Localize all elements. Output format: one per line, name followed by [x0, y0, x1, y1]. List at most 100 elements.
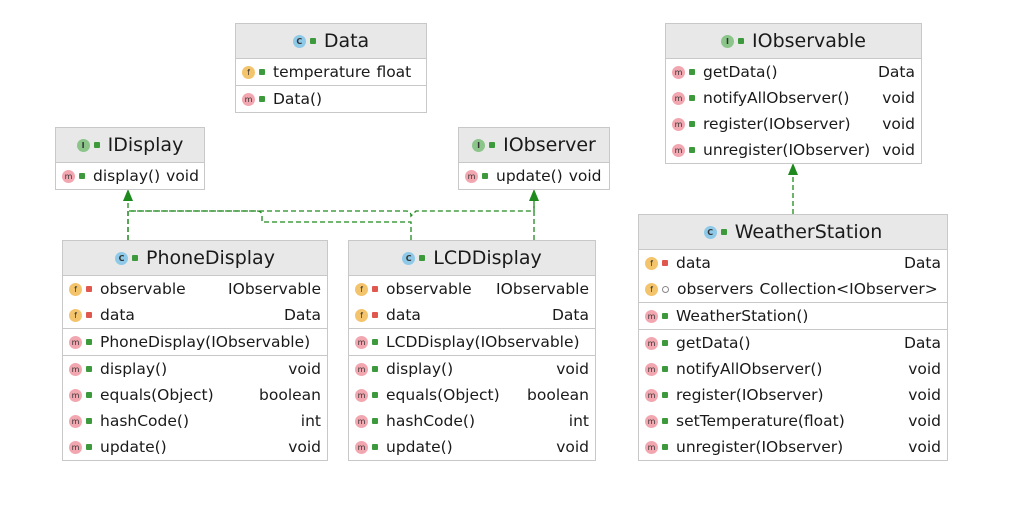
member-type: void	[166, 167, 199, 185]
public-visibility-icon	[720, 229, 727, 235]
class-weatherstation[interactable]: C WeatherStation f data Data f observers Collec…	[638, 214, 948, 461]
member-name: data	[386, 306, 421, 324]
class-phonedisplay[interactable]: C PhoneDisplay f observable IObservable f data…	[62, 240, 328, 461]
class-header: C WeatherStation	[639, 215, 947, 250]
constructor-row-lcddisplay-iobservable[interactable]: m LCDDisplay(IObservable)	[349, 329, 595, 355]
member-type: Data	[903, 254, 941, 272]
public-visibility-icon	[86, 392, 92, 398]
member-type: IObservable	[228, 280, 321, 298]
method-icon: m	[355, 335, 368, 349]
member-type: void	[908, 386, 941, 404]
member-name: notifyAllObserver()	[703, 89, 850, 107]
method-icon: m	[645, 336, 658, 350]
public-visibility-icon	[662, 418, 668, 424]
public-visibility-icon	[662, 392, 668, 398]
methods-section: m display() void m equals(Object) boolean m has…	[349, 356, 595, 460]
constructor-row-phonedisplay-iobservable[interactable]: m PhoneDisplay(IObservable)	[63, 329, 327, 355]
method-row-equals-object[interactable]: m equals(Object) boolean	[349, 382, 595, 408]
field-row-data[interactable]: f data Data	[639, 250, 947, 276]
member-type: Data	[903, 334, 941, 352]
method-row-register-iobserver[interactable]: m register(IObserver) void	[666, 111, 921, 137]
method-row-getdata[interactable]: m getData() Data	[639, 330, 947, 356]
method-icon: m	[645, 414, 658, 428]
public-visibility-icon	[689, 95, 695, 101]
member-type: boolean	[259, 386, 321, 404]
method-row-update[interactable]: m update() void	[349, 434, 595, 460]
method-icon: m	[672, 117, 685, 131]
member-name: temperature	[273, 63, 371, 81]
package-visibility-icon	[662, 285, 669, 293]
methods-section: m display() void	[56, 163, 204, 189]
method-row-register-iobserver[interactable]: m register(IObserver) void	[639, 382, 947, 408]
member-name: hashCode()	[100, 412, 189, 430]
method-row-notifyallobserver[interactable]: m notifyAllObserver() void	[666, 85, 921, 111]
arrowhead-iobserver	[529, 189, 539, 201]
class-name: PhoneDisplay	[146, 247, 275, 269]
member-name: LCDDisplay(IObservable)	[386, 333, 580, 351]
constructor-row-data[interactable]: m Data()	[236, 86, 426, 112]
member-name: register(IObserver)	[703, 115, 851, 133]
member-name: observers	[677, 280, 754, 298]
field-row-observable[interactable]: f observable IObservable	[63, 276, 327, 302]
member-type: void	[882, 115, 915, 133]
fields-section: f observable IObservable f data Data	[349, 276, 595, 329]
member-name: getData()	[703, 63, 778, 81]
public-visibility-icon	[482, 173, 488, 179]
method-row-unregister-iobserver[interactable]: m unregister(IObserver) void	[666, 137, 921, 163]
private-visibility-icon	[662, 260, 668, 266]
field-row-observers[interactable]: f observers Collection<IObserver>	[639, 276, 947, 302]
member-type: void	[288, 360, 321, 378]
field-row-observable[interactable]: f observable IObservable	[349, 276, 595, 302]
member-type: Collection<IObserver>	[759, 280, 938, 298]
member-type: void	[568, 167, 602, 185]
method-row-update[interactable]: m update() void	[63, 434, 327, 460]
method-row-display[interactable]: m display() void	[349, 356, 595, 382]
field-row-temperature[interactable]: f temperature float	[236, 59, 426, 85]
class-icon: C	[115, 251, 129, 265]
member-type: IObservable	[496, 280, 589, 298]
method-row-display[interactable]: m display() void	[63, 356, 327, 382]
public-visibility-icon	[93, 142, 100, 148]
field-icon: f	[645, 282, 658, 296]
private-visibility-icon	[372, 312, 378, 318]
method-icon: m	[645, 388, 658, 402]
class-data[interactable]: C Data f temperature float m Data()	[235, 23, 427, 113]
field-icon: f	[69, 308, 82, 322]
method-row-update[interactable]: m update() void	[459, 163, 609, 189]
field-row-data[interactable]: f data Data	[63, 302, 327, 328]
method-icon: m	[62, 169, 75, 183]
member-name: equals(Object)	[100, 386, 214, 404]
public-visibility-icon	[738, 38, 745, 44]
public-visibility-icon	[259, 69, 265, 75]
method-row-equals-object[interactable]: m equals(Object) boolean	[63, 382, 327, 408]
member-type: void	[556, 360, 589, 378]
constructor-row-weatherstation[interactable]: m WeatherStation()	[639, 303, 947, 329]
method-row-notifyallobserver[interactable]: m notifyAllObserver() void	[639, 356, 947, 382]
fields-section: f observable IObservable f data Data	[63, 276, 327, 329]
field-icon: f	[242, 65, 255, 79]
field-row-data[interactable]: f data Data	[349, 302, 595, 328]
method-row-hashcode[interactable]: m hashCode() int	[63, 408, 327, 434]
member-name: display()	[93, 167, 161, 185]
public-visibility-icon	[372, 444, 378, 450]
member-type: Data	[877, 63, 915, 81]
member-name: getData()	[676, 334, 751, 352]
private-visibility-icon	[86, 286, 92, 292]
method-row-display[interactable]: m display() void	[56, 163, 204, 189]
method-row-getdata[interactable]: m getData() Data	[666, 59, 921, 85]
public-visibility-icon	[662, 444, 668, 450]
public-visibility-icon	[86, 418, 92, 424]
public-visibility-icon	[662, 340, 668, 346]
class-icon: C	[703, 225, 717, 239]
edge-phonedisplay-iobserver	[127, 198, 535, 240]
class-lcddisplay[interactable]: C LCDDisplay f observable IObservable f data Da…	[348, 240, 596, 461]
method-icon: m	[69, 335, 82, 349]
interface-iobserver[interactable]: I IObserver m update() void	[458, 127, 610, 190]
interface-idisplay[interactable]: I IDisplay m display() void	[55, 127, 205, 190]
method-row-unregister-iobserver[interactable]: m unregister(IObserver) void	[639, 434, 947, 460]
member-name: update()	[100, 438, 167, 456]
interface-iobservable[interactable]: I IObservable m getData() Data m notifyAllObse…	[665, 23, 922, 164]
private-visibility-icon	[86, 312, 92, 318]
method-row-settemperature-float[interactable]: m setTemperature(float) void	[639, 408, 947, 434]
method-row-hashcode[interactable]: m hashCode() int	[349, 408, 595, 434]
